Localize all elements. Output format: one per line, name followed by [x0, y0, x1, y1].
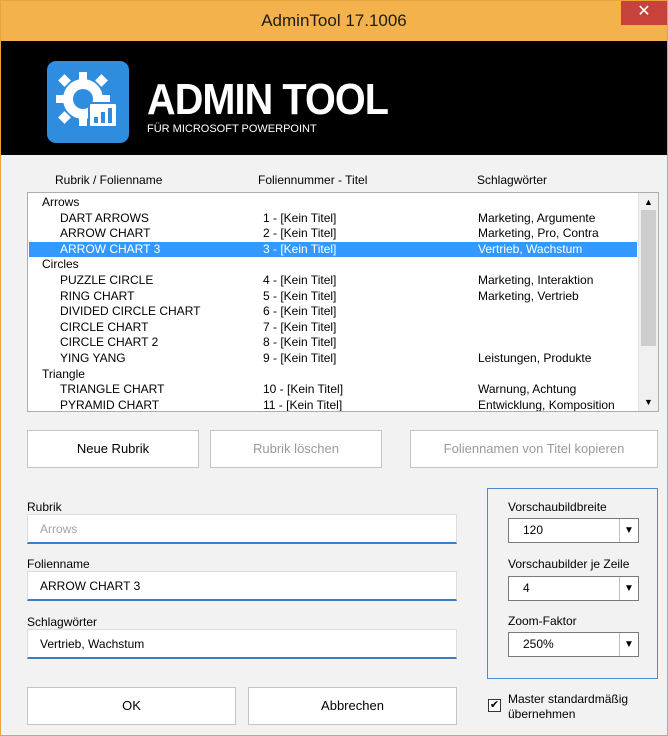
zoom-select[interactable]: 250% ▼	[508, 632, 639, 657]
list-category[interactable]: Arrows	[29, 195, 637, 210]
rubrik-field[interactable]: Arrows	[27, 514, 457, 544]
row-name: ARROW CHART	[60, 226, 151, 241]
brand-title: ADMIN TOOL	[147, 75, 389, 124]
scroll-up-icon[interactable]: ▲	[639, 194, 658, 210]
per-row-value: 4	[523, 581, 530, 595]
master-checkbox-label[interactable]: Master standardmäßig übernehmen	[508, 692, 658, 722]
list-item[interactable]: YING YANG 9 - [Kein Titel] Leistungen, Pro…	[29, 351, 637, 366]
row-tags: Entwicklung, Komposition	[478, 397, 615, 412]
per-row-select[interactable]: 4 ▼	[508, 576, 639, 601]
zoom-label: Zoom-Faktor	[508, 614, 577, 628]
list-header: Rubrik / Folienname Foliennummer - Titel…	[1, 173, 667, 189]
title-bar: AdminTool 17.1006 ✕	[1, 1, 667, 41]
list-item[interactable]: ARROW CHART 3 3 - [Kein Titel] Vertrieb, W…	[28, 240, 638, 258]
row-tags: Vertrieb, Wachstum	[478, 241, 583, 256]
folienname-label: Folienname	[27, 557, 90, 571]
list-category[interactable]: Triangle	[29, 367, 637, 382]
row-tags: Marketing, Interaktion	[478, 273, 594, 287]
row-tags: Leistungen, Produkte	[478, 351, 592, 365]
row-name: RING CHART	[60, 288, 135, 303]
row-slide: 5 - [Kein Titel]	[263, 288, 337, 303]
row-tags: Marketing, Pro, Contra	[478, 226, 599, 241]
row-slide: 10 - [Kein Titel]	[263, 382, 344, 397]
row-slide: 1 - [Kein Titel]	[263, 210, 337, 225]
tags-field[interactable]: Vertrieb, Wachstum	[27, 629, 457, 659]
chevron-down-icon[interactable]: ▼	[619, 519, 638, 542]
zoom-value: 250%	[523, 637, 554, 651]
row-slide: 3 - [Kein Titel]	[263, 241, 337, 256]
row-tags: Marketing, Vertrieb	[478, 288, 579, 303]
chevron-down-icon[interactable]: ▼	[619, 577, 638, 600]
list-item[interactable]: DART ARROWS 1 - [Kein Titel] Marketing, Ar…	[29, 211, 637, 226]
list-item[interactable]: PUZZLE CIRCLE 4 - [Kein Titel] Marketing, …	[29, 273, 637, 288]
tags-label: Schlagwörter	[27, 615, 98, 629]
row-name: PUZZLE CIRCLE	[60, 273, 154, 287]
row-slide: 9 - [Kein Titel]	[263, 351, 337, 365]
folienname-field[interactable]: ARROW CHART 3	[27, 571, 457, 601]
banner: ADMIN TOOL	[1, 41, 667, 155]
scroll-down-icon[interactable]: ▼	[639, 394, 658, 410]
list-category[interactable]: Circles	[29, 257, 637, 272]
row-slide: 6 - [Kein Titel]	[263, 304, 337, 319]
row-name: CIRCLE CHART 2	[60, 335, 159, 350]
preview-options-group: Vorschaubildbreite 120 ▼ Vorschaubilder …	[487, 488, 658, 679]
row-tags: Marketing, Argumente	[478, 210, 596, 225]
per-row-label: Vorschaubilder je Zeile	[508, 557, 630, 571]
list-item[interactable]: PYRAMID CHART 11 - [Kein Titel] Entwicklun…	[29, 397, 637, 412]
cancel-button[interactable]: Abbrechen	[248, 687, 457, 725]
row-name: PYRAMID CHART	[60, 397, 160, 412]
column-header-tags: Schlagwörter	[477, 173, 548, 187]
list-scrollbar[interactable]: ▲ ▼	[638, 193, 658, 411]
master-checkbox[interactable]: ✔	[488, 699, 501, 712]
row-name: Circles	[42, 257, 79, 272]
close-button[interactable]: ✕	[621, 1, 667, 25]
row-name: Triangle	[42, 366, 85, 381]
copy-names-button[interactable]: Foliennamen von Titel kopieren	[410, 430, 658, 468]
scroll-thumb[interactable]	[641, 210, 656, 346]
list-item[interactable]: DIVIDED CIRCLE CHART 6 - [Kein Titel]	[29, 304, 637, 319]
row-name: CIRCLE CHART	[60, 319, 149, 334]
check-icon: ✔	[489, 699, 500, 711]
row-slide: 4 - [Kein Titel]	[263, 273, 337, 287]
new-category-button[interactable]: Neue Rubrik	[27, 430, 199, 468]
close-icon: ✕	[637, 3, 651, 20]
row-name: Arrows	[42, 195, 80, 209]
row-slide: 8 - [Kein Titel]	[263, 335, 337, 350]
preview-width-label: Vorschaubildbreite	[508, 500, 607, 514]
rubrik-label: Rubrik	[27, 500, 62, 514]
row-tags: Warnung, Achtung	[478, 382, 577, 397]
row-name: TRIANGLE CHART	[60, 382, 165, 397]
row-slide: 2 - [Kein Titel]	[263, 226, 337, 241]
row-slide: 11 - [Kein Titel]	[263, 397, 343, 412]
admin-tool-dialog: AdminTool 17.1006 ✕ ADMIN TOOL FÜR MICRO…	[0, 0, 668, 736]
list-item[interactable]: CIRCLE CHART 2 8 - [Kein Titel]	[29, 335, 637, 350]
list-item[interactable]: ARROW CHART 2 - [Kein Titel] Marketing, Pr…	[29, 226, 637, 241]
delete-category-button[interactable]: Rubrik löschen	[210, 430, 382, 468]
row-name: YING YANG	[60, 351, 126, 365]
row-slide: 7 - [Kein Titel]	[263, 319, 337, 334]
row-name: ARROW CHART 3	[60, 241, 161, 256]
list-item[interactable]: RING CHART 5 - [Kein Titel] Marketing, Ver…	[29, 289, 637, 304]
slide-list[interactable]: Arrows DART ARROWS 1 - [Kein Titel] Marketi…	[27, 192, 659, 412]
preview-width-value: 120	[523, 523, 544, 537]
brand-subtitle: FÜR MICROSOFT POWERPOINT	[147, 123, 317, 135]
window-title: AdminTool 17.1006	[261, 11, 407, 30]
list-item[interactable]: TRIANGLE CHART 10 - [Kein Titel] Warnung, …	[29, 382, 637, 397]
column-header-rubrik: Rubrik / Folienname	[55, 173, 163, 187]
column-header-folie: Foliennummer - Titel	[258, 173, 368, 187]
row-name: DIVIDED CIRCLE CHART	[60, 304, 201, 319]
preview-width-select[interactable]: 120 ▼	[508, 518, 639, 543]
list-item[interactable]: CIRCLE CHART 7 - [Kein Titel]	[29, 320, 637, 335]
ok-button[interactable]: OK	[27, 687, 236, 725]
chevron-down-icon[interactable]: ▼	[619, 633, 638, 656]
row-name: DART ARROWS	[60, 210, 149, 225]
gear-chart-icon	[47, 61, 129, 143]
